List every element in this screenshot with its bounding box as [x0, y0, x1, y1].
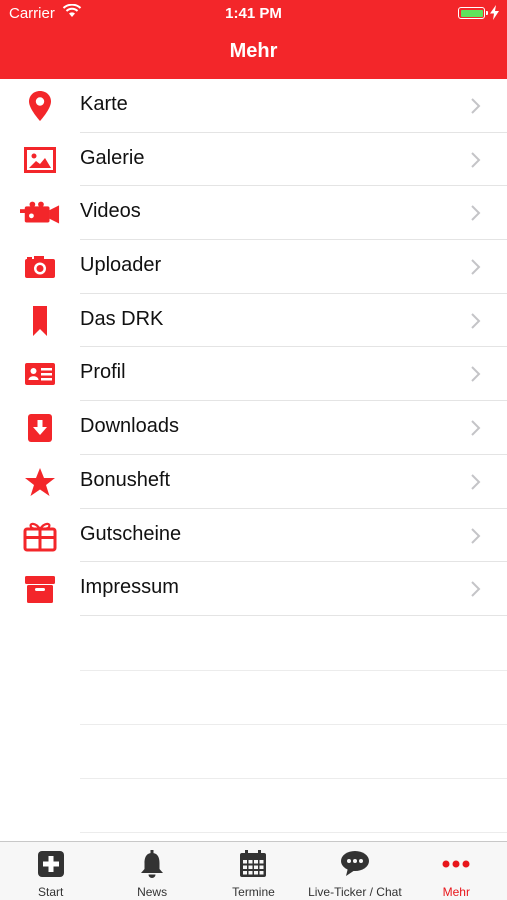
battery-icon — [458, 7, 488, 19]
status-bar: Carrier 1:41 PM — [0, 0, 507, 28]
tab-label: Start — [38, 885, 64, 899]
menu-item-label: Das DRK — [80, 307, 164, 330]
menu-item-label: Impressum — [80, 576, 179, 599]
star-icon — [20, 466, 60, 498]
chevron-right-icon — [471, 581, 481, 597]
menu-item-gutscheine[interactable]: Gutscheine — [0, 509, 507, 563]
chevron-right-icon — [471, 420, 481, 436]
charging-icon — [490, 5, 499, 20]
menu-item-videos[interactable]: Videos — [0, 186, 507, 241]
divider — [80, 778, 507, 779]
menu-item-label: Galerie — [80, 146, 145, 169]
divider — [80, 832, 507, 833]
menu-list: Karte Galerie Videos Uploader Das DRK Pr… — [0, 79, 507, 616]
plus-square-icon — [37, 851, 64, 877]
menu-item-impressum[interactable]: Impressum — [0, 562, 507, 616]
chevron-right-icon — [471, 313, 481, 329]
menu-item-das-drk[interactable]: Das DRK — [0, 294, 507, 348]
tab-label: Termine — [232, 885, 275, 899]
map-pin-icon — [20, 90, 60, 122]
tab-label: News — [137, 885, 168, 899]
chevron-right-icon — [471, 366, 481, 383]
bookmark-icon — [20, 305, 60, 337]
menu-item-karte[interactable]: Karte — [0, 79, 507, 133]
calendar-icon — [240, 850, 267, 877]
tab-termine[interactable]: Termine — [203, 842, 304, 900]
menu-item-galerie[interactable]: Galerie — [0, 133, 507, 187]
menu-item-label: Downloads — [80, 415, 179, 438]
tab-mehr[interactable]: Mehr — [406, 842, 507, 900]
menu-item-label: Karte — [80, 93, 128, 115]
id-card-icon — [20, 358, 60, 390]
chevron-right-icon — [471, 474, 481, 490]
menu-item-label: Bonusheft — [80, 468, 171, 491]
more-dots-icon — [442, 860, 470, 868]
picture-icon — [20, 144, 60, 176]
chevron-right-icon — [471, 151, 481, 168]
menu-item-label: Videos — [80, 200, 141, 223]
menu-item-profil[interactable]: Profil — [0, 347, 507, 402]
tab-bar: Start News Termine Live-Ticker / Chat Me… — [0, 841, 507, 900]
divider — [80, 724, 507, 725]
chevron-right-icon — [471, 205, 481, 222]
video-camera-icon — [20, 197, 60, 229]
camera-icon — [20, 251, 60, 283]
page-title: Mehr — [229, 40, 278, 62]
chevron-right-icon — [471, 98, 481, 114]
tab-label: Mehr — [442, 885, 470, 899]
menu-item-bonusheft[interactable]: Bonusheft — [0, 455, 507, 509]
chevron-right-icon — [471, 259, 481, 275]
menu-item-label: Gutscheine — [80, 522, 182, 545]
tab-news[interactable]: News — [101, 842, 202, 900]
menu-item-label: Uploader — [80, 254, 162, 277]
archive-box-icon — [20, 573, 60, 605]
menu-item-uploader[interactable]: Uploader — [0, 240, 507, 294]
tab-live-ticker-chat[interactable]: Live-Ticker / Chat — [304, 842, 405, 900]
bell-icon — [141, 850, 164, 878]
chevron-right-icon — [471, 527, 481, 544]
download-icon — [20, 412, 60, 444]
tab-label: Live-Ticker / Chat — [308, 885, 402, 899]
menu-item-label: Profil — [80, 361, 126, 384]
divider — [80, 670, 507, 671]
gift-icon — [20, 520, 60, 552]
tab-start[interactable]: Start — [0, 842, 101, 900]
app-header: Carrier 1:41 PM Mehr — [0, 0, 507, 79]
clock: 1:41 PM — [225, 5, 282, 22]
chat-bubble-icon — [340, 851, 369, 876]
menu-item-downloads[interactable]: Downloads — [0, 401, 507, 455]
